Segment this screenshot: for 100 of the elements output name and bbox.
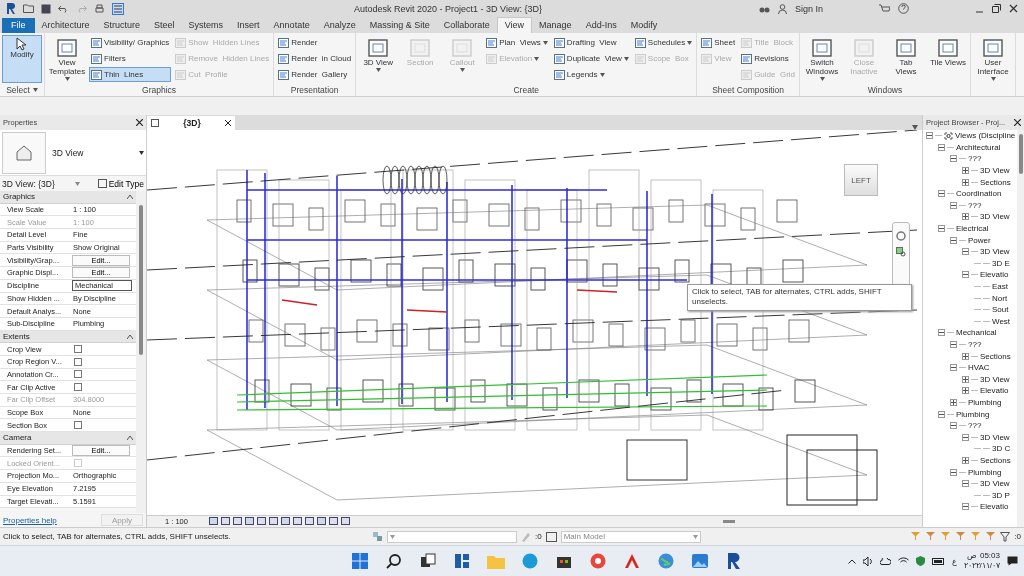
view-tab[interactable]: {3D} — [147, 116, 235, 130]
checkbox[interactable] — [74, 357, 82, 366]
ribbon-button[interactable]: Drafting View — [551, 35, 631, 50]
instance-selector[interactable]: 3D View: {3D} — [2, 178, 55, 189]
scrollbar-thumb[interactable] — [139, 205, 143, 355]
tree-item[interactable]: Plumbing — [968, 397, 1002, 407]
ribbon-tab[interactable]: Analyze — [316, 18, 363, 33]
collapse-toggle[interactable] — [962, 433, 969, 441]
tree-item[interactable]: ??? — [968, 200, 982, 210]
clock-date[interactable]: ٢٠٢٢/١١/٠٧ — [963, 561, 1000, 571]
expand-toggle[interactable] — [962, 375, 969, 383]
cart-icon[interactable] — [879, 3, 890, 14]
tree-item[interactable]: East — [992, 282, 1008, 291]
battery-icon[interactable] — [931, 557, 945, 565]
caret-icon[interactable] — [32, 87, 38, 92]
scrollbar-thumb[interactable] — [1018, 134, 1023, 174]
ribbon-button[interactable]: Legends — [551, 67, 631, 82]
ribbon-button[interactable]: Tile Views — [928, 35, 969, 83]
collapse-toggle[interactable] — [950, 468, 957, 476]
tree-item[interactable]: 3D View — [980, 166, 1010, 176]
collapse-toggle[interactable] — [938, 143, 945, 151]
selection-filter-icon[interactable] — [925, 530, 937, 541]
close-icon[interactable] — [1014, 119, 1021, 126]
tree-item[interactable]: HVAC — [968, 363, 990, 373]
expand-toggle[interactable] — [962, 456, 969, 464]
tree-item[interactable]: Sections — [980, 177, 1011, 187]
ribbon-tab[interactable]: Architecture — [34, 18, 97, 33]
expand-toggle[interactable] — [950, 398, 957, 406]
cloud-icon[interactable] — [879, 557, 891, 565]
tree-item[interactable]: 3D E — [992, 258, 1010, 268]
collapse-toggle[interactable] — [950, 155, 957, 163]
ribbon-button[interactable]: Modify — [2, 35, 42, 83]
ribbon-tab[interactable]: Systems — [181, 18, 231, 33]
ribbon-button[interactable]: Sheet — [699, 35, 738, 50]
view-cube[interactable]: LEFT — [844, 164, 878, 196]
ribbon-button[interactable]: Tab Views — [886, 35, 927, 83]
checkbox[interactable] — [74, 370, 82, 379]
tree-item[interactable]: Nort — [992, 293, 1008, 303]
collapse-toggle[interactable] — [950, 201, 957, 209]
expand-toggle[interactable] — [962, 178, 969, 186]
ribbon-tab[interactable]: View — [496, 17, 533, 33]
tree-item[interactable]: Architectural — [956, 142, 1001, 152]
ribbon-button[interactable]: Render in Cloud — [276, 51, 354, 66]
collapse-toggle[interactable] — [938, 190, 945, 198]
checkbox[interactable] — [74, 345, 82, 354]
close-icon[interactable] — [1009, 4, 1018, 13]
ribbon-button[interactable]: Visibility/ Graphics — [89, 35, 172, 50]
close-icon[interactable] — [136, 119, 143, 126]
thin-lines-icon[interactable] — [112, 2, 124, 15]
ribbon-button[interactable]: 3D View — [358, 35, 399, 83]
collapse-toggle[interactable] — [962, 271, 969, 279]
model-dropdown[interactable]: Main Model — [560, 530, 701, 543]
ribbon-tab[interactable]: Annotate — [266, 18, 317, 33]
ribbon-tab[interactable]: Collaborate — [436, 18, 497, 33]
edit-type-button[interactable]: Edit Type — [97, 178, 144, 189]
expand-toggle[interactable] — [962, 352, 969, 360]
tree-item[interactable]: 3D View — [980, 247, 1010, 257]
help-link[interactable]: Properties help — [3, 515, 57, 525]
ribbon-button[interactable]: Duplicate View — [551, 51, 631, 66]
clock-time[interactable]: 05:03 — [979, 551, 1000, 561]
print-icon[interactable] — [94, 3, 105, 14]
tree-item[interactable]: 3D C — [992, 444, 1011, 454]
ribbon-tab[interactable]: Manage — [532, 18, 579, 33]
ribbon-button[interactable]: Switch Windows — [802, 35, 843, 83]
collapse-toggle[interactable] — [962, 480, 969, 488]
selection-filter-icon[interactable] — [955, 530, 967, 541]
tree-item[interactable]: Plumbing — [968, 467, 1002, 477]
input-language[interactable]: ع — [951, 556, 957, 566]
ribbon-button[interactable]: Revisions — [739, 51, 798, 66]
group-header[interactable]: Graphics — [0, 191, 136, 204]
ribbon-tab[interactable]: Structure — [96, 18, 148, 33]
restore-icon[interactable] — [992, 4, 1001, 13]
shield-icon[interactable] — [915, 556, 925, 566]
tree-item[interactable]: 3D View — [980, 374, 1010, 384]
tree-item[interactable]: 3D View — [980, 432, 1010, 442]
ribbon-button[interactable]: User Interface — [973, 35, 1014, 83]
ribbon-button[interactable]: Filters — [89, 51, 172, 66]
close-icon[interactable] — [225, 120, 231, 126]
tree-item[interactable]: Electrical — [956, 224, 989, 234]
tree-item[interactable]: ??? — [968, 340, 982, 349]
collapse-toggle[interactable] — [938, 410, 945, 418]
ribbon-tab[interactable]: Add-Ins — [578, 18, 624, 33]
tree-item[interactable]: Power — [968, 235, 991, 245]
ribbon-button[interactable]: Plan Views — [484, 35, 550, 50]
ribbon-tab[interactable]: File — [2, 18, 35, 33]
tree-item[interactable]: Plumbing — [956, 409, 990, 419]
tree-item[interactable]: 3D View — [980, 212, 1010, 222]
help-icon[interactable] — [898, 3, 909, 14]
expand-toggle[interactable] — [962, 387, 969, 395]
collapse-toggle[interactable] — [950, 422, 957, 430]
tree-item[interactable]: Mechanical — [956, 328, 997, 338]
tree-item[interactable]: Views (Discipline — [955, 131, 1016, 141]
checkbox[interactable] — [74, 383, 82, 392]
ribbon-button[interactable]: Render — [276, 35, 354, 50]
tree-item[interactable]: West — [992, 316, 1011, 326]
collapse-toggle[interactable] — [950, 236, 957, 244]
tree-item[interactable]: 3D P — [992, 490, 1010, 500]
filter-icon[interactable] — [1000, 531, 1011, 542]
tree-item[interactable]: Elevatio — [980, 270, 1009, 280]
ribbon-button[interactable]: Thin Lines — [89, 67, 172, 82]
